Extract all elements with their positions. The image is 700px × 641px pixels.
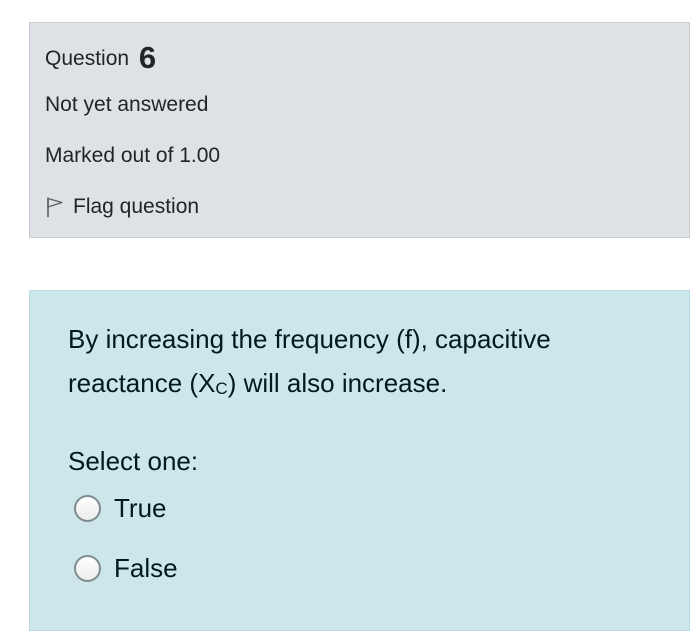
flag-icon (45, 196, 65, 218)
question-heading: Question 6 (45, 37, 157, 75)
flag-question-label: Flag question (73, 195, 200, 218)
question-text-part2: ) will also increase. (227, 368, 448, 398)
answer-option-false[interactable]: False (74, 553, 178, 584)
question-content-panel: By increasing the frequency (f), capacit… (29, 290, 690, 631)
select-prompt: Select one: (68, 446, 199, 476)
question-state: Not yet answered (45, 93, 209, 116)
answer-option-label: False (114, 553, 178, 583)
question-text-subscript: C (215, 379, 228, 398)
radio-false-button[interactable] (74, 555, 101, 582)
flag-question-link[interactable]: Flag question (45, 195, 199, 219)
question-text: By increasing the frequency (f), capacit… (68, 317, 658, 409)
question-info-panel: Question 6 Not yet answered Marked out o… (29, 22, 690, 238)
question-grade: Marked out of 1.00 (45, 144, 221, 167)
question-label: Question (45, 47, 130, 70)
radio-true-button[interactable] (74, 495, 101, 522)
answer-option-true[interactable]: True (74, 493, 167, 524)
answer-option-label: True (114, 493, 167, 523)
question-number: 6 (138, 40, 157, 75)
